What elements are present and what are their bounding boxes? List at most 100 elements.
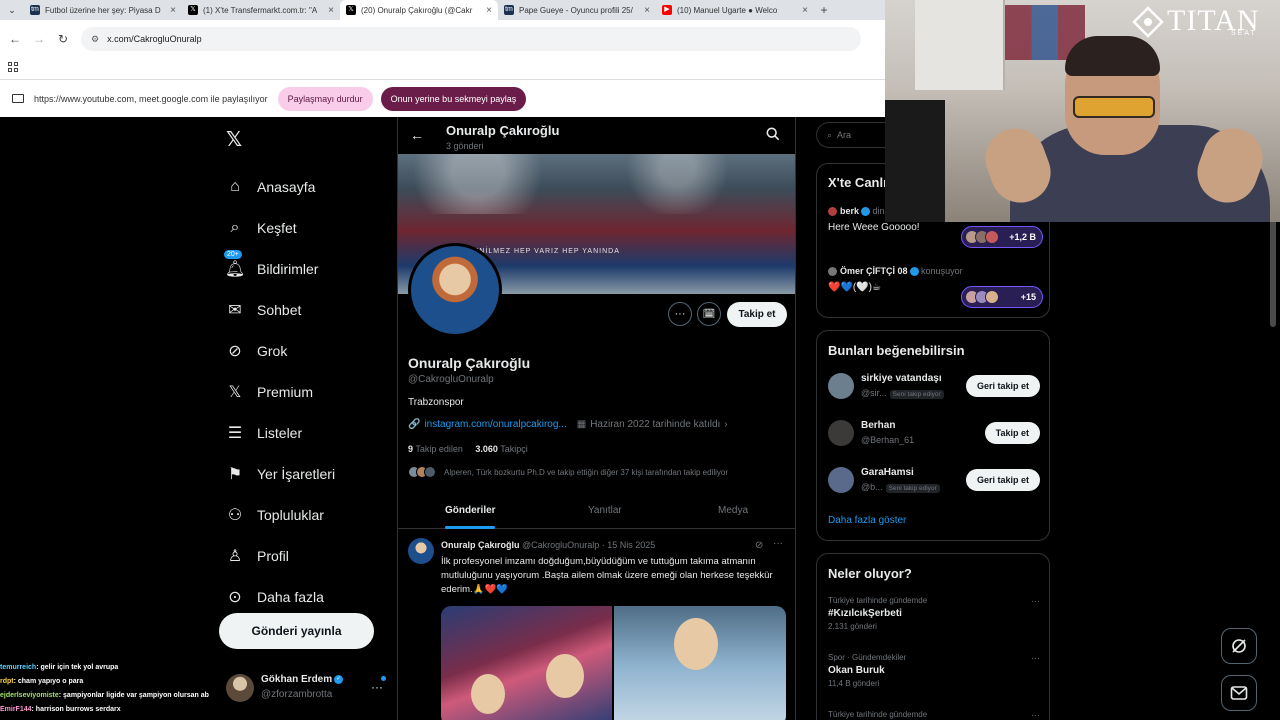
trend-item[interactable]: Türkiye tarihinde gündemde ···	[828, 710, 1040, 720]
messages-button[interactable]	[1221, 675, 1257, 711]
back-arrow-icon[interactable]: ←	[410, 127, 424, 143]
x-favicon-icon: 𝕏	[346, 5, 356, 15]
forward-icon[interactable]: →	[27, 32, 51, 46]
nav-item-listeler[interactable]: ☰ Listeler	[224, 412, 335, 453]
search-icon: ⌕	[230, 218, 240, 236]
x-logo-icon[interactable]: 𝕏	[226, 127, 242, 152]
nav-item-yer-i-şaretleri[interactable]: ⚑ Yer İşaretleri	[224, 453, 335, 494]
post-author[interactable]: Onuralp Çakıroğlu	[441, 540, 520, 550]
chat-text: : gelir için tek yol avrupa	[36, 664, 119, 671]
nav-item-profil[interactable]: ♙ Profil	[224, 535, 335, 576]
nav-item-premium[interactable]: 𝕏 Premium	[224, 371, 335, 412]
tab-media[interactable]: Medya	[718, 505, 748, 516]
trend-item[interactable]: Spor · Gündemdekiler Okan Buruk 11,4 B gön…	[828, 653, 1040, 688]
grok-button[interactable]	[1221, 628, 1257, 664]
subscribe-icon[interactable]: 🗓	[697, 302, 721, 326]
browser-tab[interactable]: 𝕏 (20) Onuralp Çakıroğlu (@Cakr ×	[340, 0, 498, 20]
browser-tab[interactable]: 𝕏 (1) X'te Transfermarkt.com.tr: "A ×	[182, 0, 340, 20]
close-tab-icon[interactable]: ×	[486, 5, 492, 16]
stop-sharing-button[interactable]: Paylaşmayı durdur	[277, 86, 373, 111]
link-icon: 🔗	[408, 419, 421, 430]
tab-replies[interactable]: Yanıtlar	[588, 505, 622, 516]
profile-link[interactable]: instagram.com/onuralpcakirog...	[424, 419, 566, 430]
communities-icon: ⚇	[227, 506, 243, 524]
close-tab-icon[interactable]: ×	[328, 5, 334, 16]
reload-icon[interactable]: ↻	[51, 32, 75, 46]
more-dots-icon[interactable]: ···	[371, 680, 383, 694]
show-more-link[interactable]: Daha fazla göster	[828, 515, 906, 526]
nav-item-label: Listeler	[257, 424, 303, 441]
streamer-webcam: TITAN SEAT	[885, 0, 1280, 222]
apps-icon[interactable]	[8, 62, 18, 72]
notification-dot	[381, 676, 386, 681]
suggested-user[interactable]: sirkiye vatandaşı @sir... Seni takip ediyo…	[828, 371, 1040, 407]
account-name: Gökhan Erdem	[261, 674, 333, 685]
avatar[interactable]	[828, 420, 854, 446]
nav-item-label: Premium	[257, 383, 314, 400]
search-icon[interactable]	[766, 127, 780, 141]
nav-item-keşfet[interactable]: ⌕ Keşfet	[224, 207, 335, 248]
post-image[interactable]	[614, 606, 786, 720]
more-dots-icon[interactable]: ···	[1031, 596, 1040, 606]
search-input[interactable]: ⌕ Ara	[816, 122, 888, 148]
profile-avatar[interactable]	[408, 243, 502, 337]
close-tab-icon[interactable]: ×	[802, 5, 808, 16]
nav-item-sohbet[interactable]: ✉ Sohbet	[224, 289, 335, 330]
avatar[interactable]	[828, 467, 854, 493]
suggested-user[interactable]: GaraHamsi @b... Seni takip ediyor Geri taki…	[828, 465, 1040, 501]
listener-count[interactable]: +15	[961, 286, 1043, 308]
nav-item-topluluklar[interactable]: ⚇ Topluluklar	[224, 494, 335, 535]
more-dots-icon[interactable]: ···	[1031, 710, 1040, 720]
browser-tab[interactable]: tm Futbol üzerine her şey: Piyasa D ×	[24, 0, 182, 20]
trend-context: Türkiye tarihinde gündemde	[828, 710, 928, 719]
more-dots-icon[interactable]: ···	[773, 538, 783, 549]
followed-by-text: Alperen, Türk bozkurtu Ph.D ve takip ett…	[444, 467, 728, 477]
browser-tab[interactable]: ▶ (10) Manuel Ugarte ● Welco ×	[656, 0, 814, 20]
follower-avatar	[424, 466, 436, 478]
post-date[interactable]: · 15 Nis 2025	[602, 540, 656, 550]
nav-item-grok[interactable]: ⊘ Grok	[224, 330, 335, 371]
suggested-user[interactable]: Berhan @Berhan_61 Takip et	[828, 418, 1040, 454]
bell-icon: 🔔︎	[224, 260, 246, 278]
browser-tab[interactable]: tm Pape Gueye - Oyuncu profili 25/ ×	[498, 0, 656, 20]
tab-posts[interactable]: Gönderiler	[445, 505, 496, 516]
follow-button[interactable]: Geri takip et	[965, 469, 1040, 491]
follow-button[interactable]: Geri takip et	[965, 375, 1040, 397]
more-dots-icon[interactable]: ···	[1031, 653, 1040, 663]
post-avatar[interactable]	[408, 538, 434, 564]
follow-button[interactable]: Takip et	[984, 422, 1040, 444]
list-icon: ☰	[227, 424, 243, 442]
account-switcher[interactable]: Gökhan Erdem ✓ @zforzambrotta ···	[226, 672, 391, 706]
live-space[interactable]: Ömer ÇİFTÇİ 08 ✓ konuşuyor ❤️💙(🤍)☕ +15	[828, 266, 1043, 308]
follow-button[interactable]: Takip et	[727, 302, 787, 327]
followers-link[interactable]: 3.060 Takipçi	[475, 444, 527, 454]
grok-icon[interactable]: ⊘	[755, 540, 763, 551]
pinned-post[interactable]: Onuralp Çakıroğlu @CakrogluOnuralp · 15 …	[398, 530, 795, 720]
more-options-icon[interactable]: ···	[668, 302, 692, 326]
post-media[interactable]	[441, 606, 786, 720]
post-image[interactable]	[441, 606, 612, 720]
mail-icon	[1230, 686, 1248, 700]
page-scrollbar[interactable]	[1270, 217, 1276, 327]
nav-item-bildirimler[interactable]: 🔔︎ 20+ Bildirimler	[224, 248, 335, 289]
nav-item-daha-fazla[interactable]: ⊙ Daha fazla	[224, 576, 335, 617]
trend-item[interactable]: Türkiye tarihinde gündemde #KızılcıkŞerbe…	[828, 596, 1040, 631]
followed-by[interactable]: Alperen, Türk bozkurtu Ph.D ve takip ett…	[408, 462, 728, 482]
nav-item-anasayfa[interactable]: ⌂ Anasayfa	[224, 166, 335, 207]
following-link[interactable]: 9 Takip edilen	[408, 444, 463, 454]
back-icon[interactable]: ←	[3, 32, 27, 46]
listener-count[interactable]: +1,2 B	[961, 226, 1043, 248]
tab-title: (1) X'te Transfermarkt.com.tr: "A	[203, 5, 318, 15]
close-tab-icon[interactable]: ×	[644, 5, 650, 16]
tab-search-icon[interactable]: ⌄	[0, 0, 24, 20]
url-field[interactable]: ⚙ x.com/CakrogluOnuralp	[81, 27, 861, 51]
close-tab-icon[interactable]: ×	[170, 5, 176, 16]
share-this-tab-button[interactable]: Onun yerine bu sekmeyi paylaş	[380, 86, 527, 111]
grok-icon	[1232, 639, 1246, 653]
post-button[interactable]: Gönderi yayınla	[219, 613, 374, 649]
joined-date: Haziran 2022 tarihinde katıldı	[590, 419, 721, 430]
chat-message: ejderlseviyomiste: şampiyonlar ligide va…	[0, 689, 250, 703]
new-tab-button[interactable]: +	[814, 0, 834, 20]
site-info-icon[interactable]: ⚙	[91, 34, 99, 45]
avatar[interactable]	[828, 373, 854, 399]
